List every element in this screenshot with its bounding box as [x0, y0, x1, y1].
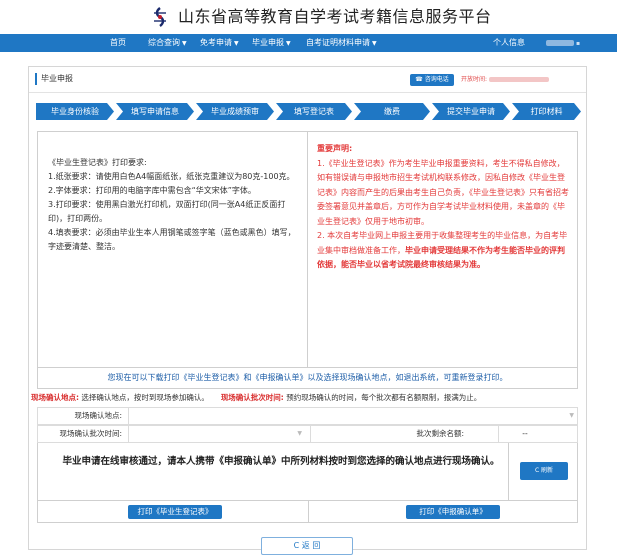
requirement-paper: 1.纸张要求：请使用白色A4幅面纸张，纸张克重建议为80克-100克。 [48, 172, 295, 181]
nav-item-certificate[interactable]: 自考证明材料申请 ▼ [306, 34, 377, 52]
location-field-label: 现场确认地点: [74, 411, 122, 420]
brand-header: 山东省高等教育自学考试考籍信息服务平台 [0, 0, 617, 34]
step-progress: 毕业身份核验 填写申请信息 毕业成绩预审 填写登记表 缴费 提交毕业申请 打印材… [36, 103, 581, 120]
location-row: 现场确认地点: ▼ [37, 407, 578, 425]
important-declaration: 重要声明: 1.《毕业生登记表》作为考生毕业申报重要资料，考生不得私自修改，如有… [309, 132, 577, 367]
site-title: 山东省高等教育自学考试考籍信息服务平台 [178, 7, 492, 26]
declaration-paragraph-1: 1.《毕业生登记表》作为考生毕业申报重要资料，考生不得私自修改，如有错误请与申报… [317, 158, 569, 226]
back-button[interactable]: C 返 回 [261, 537, 353, 555]
batch-field-label: 现场确认批次时间: [59, 429, 122, 438]
step-submit-application: 提交毕业申请 [432, 103, 510, 120]
step-fill-application: 填写申请信息 [116, 103, 194, 120]
chevron-down-icon: ▼ [297, 430, 302, 437]
chevron-down-icon: ▼ [182, 40, 187, 47]
requirement-printing: 3.打印要求：使用黑白激光打印机，双面打印(同一张A4纸正反面打印)，打印两份。 [48, 200, 286, 223]
nav-item-home[interactable]: 首页 [110, 34, 126, 52]
step-print-materials: 打印材料 [512, 103, 581, 120]
refresh-button[interactable]: C 刷新 [520, 462, 568, 480]
open-time-value [489, 77, 550, 82]
requirements-box: 《毕业生登记表》打印要求: 1.纸张要求：请使用白色A4幅面纸张，纸张克重建议为… [37, 131, 578, 368]
requirement-filling: 4.填表要求：必须由毕业生本人用钢笔或签字笔（蓝色或黑色）填写，字迹要清楚、整洁… [48, 228, 296, 251]
chevron-down-icon: ▼ [569, 412, 574, 419]
top-navigation: 首页 综合查询 ▼ 免考申请 ▼ 毕业申报 ▼ 自考证明材料申请 ▼ 个人信息 ▪ [0, 34, 617, 52]
consult-phone-button[interactable]: ☎ 咨询电话 [410, 74, 454, 86]
confirm-notice: 毕业申请在线审核通过，请本人携带《申报确认单》中所列材料按时到您选择的确认地点进… [37, 443, 578, 501]
requirements-heading: 《毕业生登记表》打印要求: [48, 158, 147, 167]
declaration-heading: 重要声明: [317, 144, 353, 153]
step-payment: 缴费 [354, 103, 430, 120]
phone-icon: ☎ [415, 76, 423, 83]
nav-user-info[interactable]: 个人信息 [493, 34, 525, 52]
nav-item-graduation[interactable]: 毕业申报 ▼ [252, 34, 291, 52]
open-time: 开放时间: [461, 75, 550, 85]
print-requirements: 《毕业生登记表》打印要求: 1.纸张要求：请使用白色A4幅面纸张，纸张克重建议为… [38, 132, 308, 367]
print-graduate-form-button[interactable]: 打印《毕业生登记表》 [128, 505, 222, 519]
step-fill-form: 填写登记表 [276, 103, 352, 120]
panel-header: 毕业申报 ☎ 咨询电话 开放时间: [29, 67, 586, 93]
panel-title: 毕业申报 [35, 73, 73, 85]
confirm-text: 毕业申请在线审核通过，请本人携带《申报确认单》中所列材料按时到您选择的确认地点进… [62, 456, 500, 467]
print-confirm-form-button[interactable]: 打印《申报确认单》 [406, 505, 500, 519]
requirement-font: 2.字体要求：打印用的电脑字库中需包含“华文宋体”字体。 [48, 186, 256, 195]
remaining-value: -- [522, 429, 528, 438]
shandong-logo-icon [154, 7, 166, 27]
print-row: 打印《毕业生登记表》 打印《申报确认单》 [37, 501, 578, 523]
download-note: 您现在可以下载打印《毕业生登记表》和《申报确认单》以及选择现场确认地点，如退出系… [37, 367, 578, 389]
remaining-label: 批次剩余名额: [416, 429, 464, 438]
declaration-paragraph-2: 2. 本次自考毕业网上申报主要用于收集整理考生的毕业信息，为自考毕业集中审档做准… [317, 231, 568, 269]
step-identity-check: 毕业身份核验 [36, 103, 114, 120]
nav-item-query[interactable]: 综合查询 ▼ [148, 34, 187, 52]
chevron-down-icon: ▪ [576, 40, 581, 47]
onsite-info: 现场确认地点: 选择确认地点，按时到现场参加确认。 现场确认批次时间: 预约现场… [31, 393, 482, 402]
step-score-precheck: 毕业成绩预审 [196, 103, 274, 120]
nav-item-exemption[interactable]: 免考申请 ▼ [200, 34, 239, 52]
graduation-panel: 毕业申报 ☎ 咨询电话 开放时间: 毕业身份核验 填写申请信息 毕业成绩预审 填… [28, 66, 587, 555]
chevron-down-icon: ▼ [372, 40, 377, 47]
chevron-down-icon: ▼ [286, 40, 291, 47]
chevron-down-icon: ▼ [234, 40, 239, 47]
nav-user-name[interactable]: ▪ [546, 34, 580, 52]
batch-row: 现场确认批次时间: ▼ 批次剩余名额: -- [37, 425, 578, 443]
